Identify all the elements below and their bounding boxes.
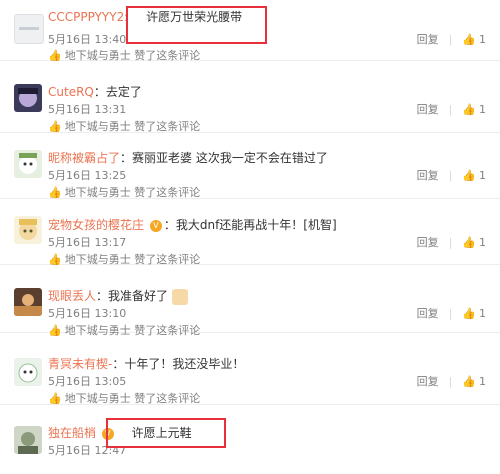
comment-item: 宠物女孩的樱花庄 V ：我大dnf还能再战十年！[机智] 5月16日 13:17 …	[0, 204, 500, 267]
comment-time[interactable]: 5月16日 13:31	[48, 101, 126, 117]
like-count[interactable]: 1	[479, 103, 486, 116]
highlight-box	[106, 418, 226, 448]
comment-text: 十年了！我还没毕业！	[124, 357, 245, 371]
action-separator: |	[448, 169, 453, 182]
comment-actions: 回复 | 👍 1	[417, 167, 486, 183]
comment-colon: ：	[120, 151, 133, 165]
like-count[interactable]: 1	[479, 307, 486, 320]
liked-by-text: 地下城与勇士 赞了这条评论	[64, 186, 201, 199]
liked-by-line: 👍 地下城与勇士 赞了这条评论	[48, 47, 200, 63]
comment-username[interactable]: CuteRQ	[48, 85, 94, 99]
comment-text: 赛丽亚老婆 这次我一定不会在错过了	[132, 151, 328, 165]
reply-button[interactable]: 回复	[417, 375, 439, 388]
comment-actions: 回复 | 👍 1	[417, 234, 486, 250]
liked-by-line: 👍 地下城与勇士 赞了这条评论	[48, 390, 200, 406]
thumb-up-icon: 👍	[48, 392, 62, 405]
action-separator: |	[448, 307, 453, 320]
comment-text: 去定了	[105, 85, 142, 99]
avatar[interactable]	[14, 358, 42, 386]
comment-item: 青冥未有楔-：十年了！我还没毕业！ 5月16日 13:05 👍 地下城与勇士 赞了…	[0, 344, 500, 405]
comment-time[interactable]: 5月16日 13:40	[48, 31, 126, 47]
like-count[interactable]: 1	[479, 33, 486, 46]
liked-by-text: 地下城与勇士 赞了这条评论	[64, 324, 201, 337]
comment-item: CCCPPPYYY2: 许愿万世荣光腰带 5月16日 13:40 👍 地下城与勇士…	[0, 0, 500, 63]
liked-by-text: 地下城与勇士 赞了这条评论	[64, 49, 201, 62]
comment-username[interactable]: 宠物女孩的樱花庄	[48, 218, 144, 232]
action-separator: |	[448, 236, 453, 249]
liked-by-line: 👍 地下城与勇士 赞了这条评论	[48, 184, 200, 200]
comment-item: 独在船梢 V 许愿上元鞋 5月16日 12:47	[0, 414, 500, 474]
avatar[interactable]	[14, 150, 42, 178]
liked-by-line: 👍 地下城与勇士 赞了这条评论	[48, 251, 200, 267]
thumb-up-icon: 👍	[48, 186, 62, 199]
action-separator: |	[448, 33, 453, 46]
comment-username[interactable]: CCCPPPYYY2	[48, 10, 124, 24]
comment-text: 我准备好了	[108, 289, 169, 303]
liked-by-line: 👍 地下城与勇士 赞了这条评论	[48, 118, 200, 134]
like-icon[interactable]: 👍	[462, 307, 476, 320]
reply-button[interactable]: 回复	[417, 103, 439, 116]
like-count[interactable]: 1	[479, 236, 486, 249]
comment-username[interactable]: 现眼丢人	[48, 289, 96, 303]
comment-actions: 回复 | 👍 1	[417, 373, 486, 389]
avatar[interactable]	[14, 426, 42, 454]
comment-actions: 回复 | 👍 1	[417, 101, 486, 117]
highlight-box	[126, 6, 267, 44]
emoji-icon	[171, 288, 188, 305]
comment-username[interactable]: 昵称被霸占了	[48, 151, 120, 165]
comment-item: CuteRQ：去定了 5月16日 13:31 👍 地下城与勇士 赞了这条评论 回复…	[0, 72, 500, 133]
avatar[interactable]	[14, 216, 42, 244]
reply-button[interactable]: 回复	[417, 307, 439, 320]
comment-item: 昵称被霸占了：赛丽亚老婆 这次我一定不会在错过了 5月16日 13:25 👍 地下…	[0, 138, 500, 199]
liked-by-text: 地下城与勇士 赞了这条评论	[64, 392, 201, 405]
comment-actions: 回复 | 👍 1	[417, 305, 486, 321]
comment-time[interactable]: 5月16日 13:17	[48, 234, 126, 250]
thumb-up-icon: 👍	[48, 253, 62, 266]
liked-by-text: 地下城与勇士 赞了这条评论	[64, 253, 201, 266]
like-icon[interactable]: 👍	[462, 236, 476, 249]
thumb-up-icon: 👍	[48, 324, 62, 337]
thumb-up-icon: 👍	[48, 120, 62, 133]
comment-text: 我大dnf还能再战十年！[机智]	[175, 218, 337, 232]
vip-badge-icon: V	[149, 219, 162, 232]
reply-button[interactable]: 回复	[417, 33, 439, 46]
comment-colon: ：	[93, 85, 106, 99]
comment-colon: ：	[96, 289, 109, 303]
comment-actions: 回复 | 👍 1	[417, 31, 486, 47]
comment-colon: ：	[163, 218, 176, 232]
like-icon[interactable]: 👍	[462, 103, 476, 116]
comment-colon: ：	[112, 357, 125, 371]
like-count[interactable]: 1	[479, 169, 486, 182]
comment-username[interactable]: 独在船梢	[48, 426, 96, 440]
comment-username[interactable]: 青冥未有楔-	[48, 357, 112, 371]
like-count[interactable]: 1	[479, 375, 486, 388]
avatar[interactable]	[14, 288, 42, 316]
liked-by-line: 👍 地下城与勇士 赞了这条评论	[48, 322, 200, 338]
comment-item: 现眼丢人：我准备好了 5月16日 13:10 👍 地下城与勇士 赞了这条评论 回复…	[0, 272, 500, 337]
like-icon[interactable]: 👍	[462, 375, 476, 388]
action-separator: |	[448, 103, 453, 116]
thumb-up-icon: 👍	[48, 49, 62, 62]
like-icon[interactable]: 👍	[462, 33, 476, 46]
comment-time[interactable]: 5月16日 13:25	[48, 167, 126, 183]
comment-time[interactable]: 5月16日 13:05	[48, 373, 126, 389]
avatar[interactable]	[14, 84, 42, 112]
action-separator: |	[448, 375, 453, 388]
avatar[interactable]	[14, 14, 44, 44]
like-icon[interactable]: 👍	[462, 169, 476, 182]
comment-time[interactable]: 5月16日 13:10	[48, 305, 126, 321]
reply-button[interactable]: 回复	[417, 236, 439, 249]
reply-button[interactable]: 回复	[417, 169, 439, 182]
liked-by-text: 地下城与勇士 赞了这条评论	[64, 120, 201, 133]
